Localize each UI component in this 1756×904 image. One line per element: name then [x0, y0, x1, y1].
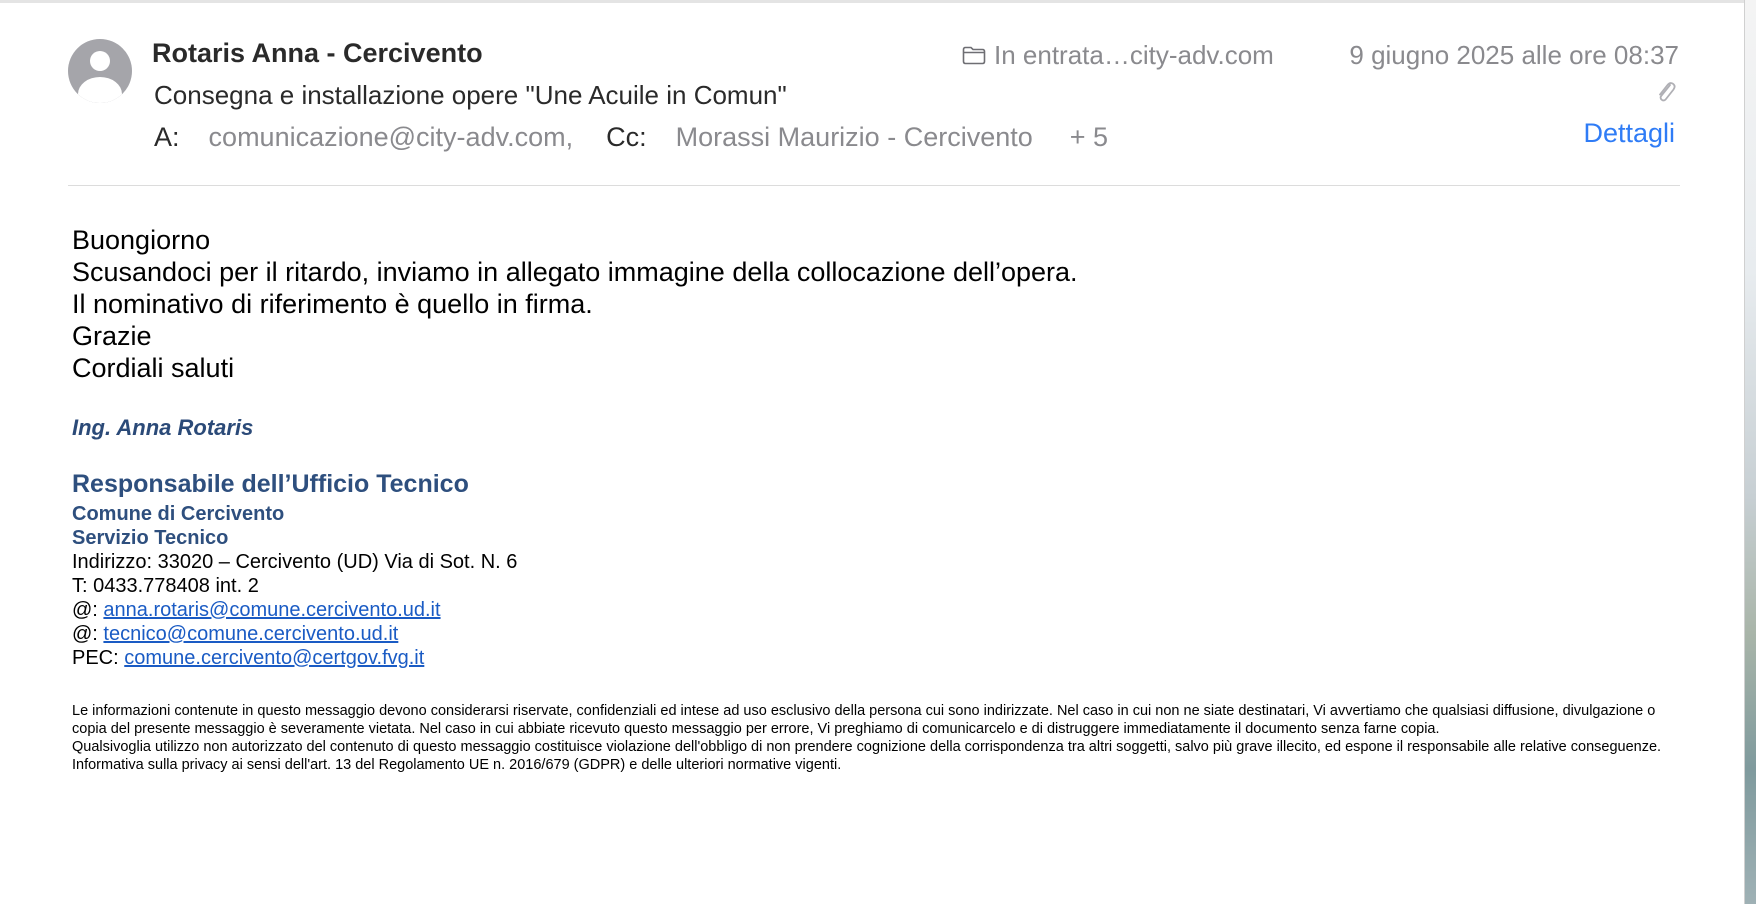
legal-disclaimer: Le informazioni contenute in questo mess…	[72, 702, 1684, 774]
email-prefix: @:	[72, 623, 104, 645]
signature-service: Servizio Tecnico	[72, 527, 229, 549]
signature-email-row: @: anna.rotaris@comune.cercivento.ud.it	[72, 598, 517, 622]
signature-contacts: Indirizzo: 33020 – Cercivento (UD) Via d…	[72, 550, 517, 670]
signature-phone: T: 0433.778408 int. 2	[72, 575, 259, 597]
paperclip-icon[interactable]	[1655, 79, 1677, 105]
recipients-row: A: comunicazione@city-adv.com, Cc: Moras…	[154, 122, 1108, 153]
avatar-body	[78, 77, 122, 103]
email-subject: Consegna e installazione opere "Une Acui…	[154, 80, 787, 110]
body-line: Scusandoci per il ritardo, inviamo in al…	[72, 257, 1078, 287]
cc-label: Cc:	[606, 122, 647, 152]
email-prefix: @:	[72, 599, 104, 621]
email-link[interactable]: tecnico@comune.cercivento.ud.it	[103, 623, 398, 645]
details-button[interactable]: Dettagli	[1583, 118, 1675, 149]
cc-recipient[interactable]: Morassi Maurizio - Cercivento	[676, 122, 1033, 152]
signature-pec-row: PEC: comune.cercivento@certgov.fvg.it	[72, 646, 517, 670]
email-date: 9 giugno 2025 alle ore 08:37	[1349, 40, 1679, 70]
body-line: Il nominativo di riferimento è quello in…	[72, 289, 593, 319]
avatar-head	[90, 51, 110, 71]
more-recipients-button[interactable]: + 5	[1070, 122, 1108, 152]
to-label: A:	[154, 122, 180, 152]
window-right-border	[1744, 0, 1745, 904]
header-divider	[68, 185, 1680, 186]
body-line: Grazie	[72, 321, 152, 351]
disclaimer-paragraph: Qualsivoglia utilizzo non autorizzato de…	[72, 739, 1662, 755]
folder-icon	[962, 46, 986, 65]
signature-email-row: @: tecnico@comune.cercivento.ud.it	[72, 622, 517, 646]
disclaimer-paragraph: Informativa sulla privacy ai sensi dell'…	[72, 757, 842, 773]
signature-address: Indirizzo: 33020 – Cercivento (UD) Via d…	[72, 551, 518, 573]
pec-link[interactable]: comune.cercivento@certgov.fvg.it	[124, 647, 424, 669]
email-link[interactable]: anna.rotaris@comune.cercivento.ud.it	[103, 599, 440, 621]
disclaimer-paragraph: Le informazioni contenute in questo mess…	[72, 703, 1656, 737]
sender-name[interactable]: Rotaris Anna - Cercivento	[152, 38, 483, 69]
desktop-background-strip	[1744, 0, 1756, 904]
message-body: Buongiorno Scusandoci per il ritardo, in…	[72, 224, 1078, 384]
body-line: Cordiali saluti	[72, 353, 235, 383]
signature-name: Ing. Anna Rotaris	[72, 415, 254, 440]
signature-org: Comune di Cercivento	[72, 503, 285, 525]
signature-role: Responsabile dell’Ufficio Tecnico	[72, 470, 469, 498]
window-top-border	[0, 0, 1744, 3]
to-recipient[interactable]: comunicazione@city-adv.com,	[209, 122, 574, 152]
signature-organization: Comune di Cercivento Servizio Tecnico	[72, 502, 284, 550]
mailbox-location: In entrata…city-adv.com	[962, 40, 1274, 71]
pec-prefix: PEC:	[72, 647, 125, 669]
body-line: Buongiorno	[72, 225, 211, 255]
avatar-icon	[68, 39, 132, 103]
mailbox-label: In entrata…city-adv.com	[994, 40, 1274, 70]
